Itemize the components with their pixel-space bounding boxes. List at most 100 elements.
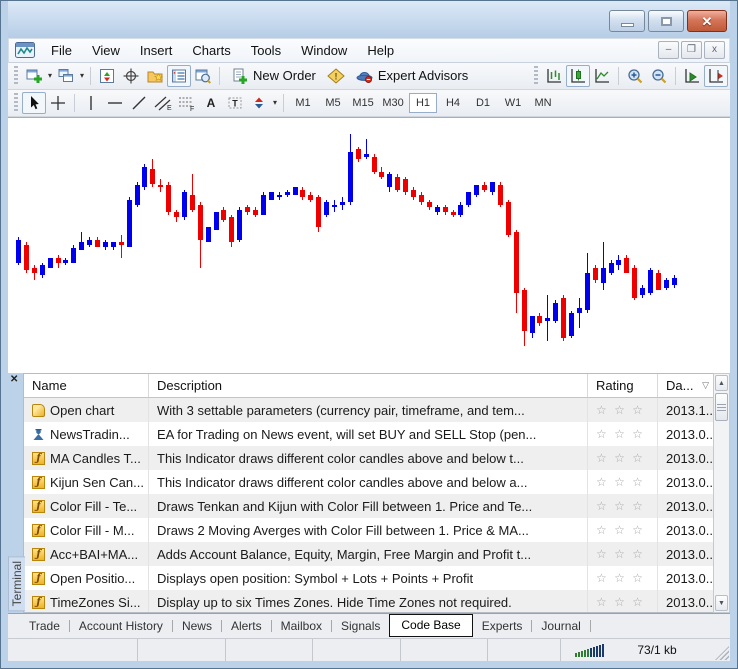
- timeframe-m30-button[interactable]: M30: [379, 93, 407, 113]
- horizontal-line-tool-button[interactable]: [103, 92, 127, 114]
- table-row[interactable]: ƒ Color Fill - M... Draws 2 Moving Averges…: [24, 518, 713, 543]
- tab-journal[interactable]: Journal: [532, 619, 589, 633]
- column-header-name[interactable]: Name: [24, 374, 149, 398]
- trendline-tool-button[interactable]: [127, 92, 151, 114]
- timeframe-m15-button[interactable]: M15: [349, 93, 377, 113]
- arrows-tool-button[interactable]: [247, 92, 271, 114]
- mdi-restore-button[interactable]: ❐: [681, 41, 702, 60]
- auto-scroll-button[interactable]: [680, 65, 704, 87]
- menu-charts[interactable]: Charts: [182, 40, 240, 61]
- window-minimize-button[interactable]: [609, 10, 645, 32]
- mdi-minimize-button[interactable]: –: [658, 41, 679, 60]
- table-row[interactable]: ƒ TimeZones Si... Display up to six Times …: [24, 590, 713, 613]
- equidistant-channel-tool-button[interactable]: E: [151, 92, 175, 114]
- market-watch-button[interactable]: [95, 65, 119, 87]
- window-maximize-button[interactable]: [648, 10, 684, 32]
- rating-stars-icon: ☆ ☆ ☆: [596, 499, 645, 514]
- column-header-description[interactable]: Description: [149, 374, 588, 398]
- toolbar-drag-handle[interactable]: [534, 65, 538, 86]
- row-date-cell: 2013.0...: [666, 498, 713, 514]
- arrows-dropdown-icon[interactable]: ▾: [273, 98, 277, 107]
- candle-body: [592, 267, 598, 281]
- new-chart-button[interactable]: [22, 65, 46, 87]
- profiles-dropdown-icon[interactable]: ▾: [80, 71, 84, 80]
- timeframe-h4-button[interactable]: H4: [439, 93, 467, 113]
- timeframe-d1-button[interactable]: D1: [469, 93, 497, 113]
- zoom-out-button[interactable]: [647, 65, 671, 87]
- text-tool-button[interactable]: A: [199, 92, 223, 114]
- row-date-cell: 2013.1...: [666, 402, 713, 418]
- line-chart-button[interactable]: [590, 65, 614, 87]
- resize-grip[interactable]: [715, 646, 729, 660]
- chart-shift-button[interactable]: [704, 64, 728, 87]
- tab-experts[interactable]: Experts: [473, 619, 532, 633]
- vertical-line-tool-button[interactable]: [79, 92, 103, 114]
- tab-account-history[interactable]: Account History: [70, 619, 172, 633]
- table-row[interactable]: Open chart With 3 settable parameters (cu…: [24, 398, 713, 423]
- toolbar-drag-handle[interactable]: [14, 92, 18, 113]
- table-row[interactable]: ƒ MA Candles T... This Indicator draws dif…: [24, 446, 713, 471]
- timeframe-m5-button[interactable]: M5: [319, 93, 347, 113]
- scroll-up-button[interactable]: ▲: [715, 375, 728, 392]
- cursor-tool-button[interactable]: [22, 91, 46, 114]
- zoom-in-button[interactable]: [623, 65, 647, 87]
- chart-canvas[interactable]: [8, 116, 730, 374]
- menu-file[interactable]: File: [41, 40, 82, 61]
- column-header-rating[interactable]: Rating: [588, 374, 658, 398]
- scrollbar-thumb[interactable]: [715, 393, 728, 422]
- scroll-down-button[interactable]: ▼: [715, 595, 728, 612]
- terminal-button[interactable]: [167, 64, 192, 87]
- menu-tools[interactable]: Tools: [241, 40, 291, 61]
- table-row[interactable]: NewsTradin... EA for Trading on News even…: [24, 422, 713, 447]
- text-label-tool-button[interactable]: T: [223, 92, 247, 114]
- svg-text:F: F: [190, 106, 194, 111]
- timeframe-w1-button[interactable]: W1: [499, 93, 527, 113]
- menu-help[interactable]: Help: [357, 40, 404, 61]
- navigator-button[interactable]: [143, 65, 167, 87]
- new-order-button[interactable]: New Order: [224, 65, 324, 87]
- row-description-cell: Adds Account Balance, Equity, Margin, Fr…: [149, 542, 588, 567]
- terminal-side-tab[interactable]: Terminal: [8, 555, 25, 612]
- row-name-cell: ƒ Acc+BAI+MA...: [24, 542, 149, 567]
- mdi-close-button[interactable]: x: [704, 41, 725, 60]
- table-row[interactable]: ƒ Color Fill - Te... Draws Tenkan and Kiju…: [24, 494, 713, 519]
- scrollbar-track[interactable]: [714, 422, 729, 594]
- rating-stars-icon: ☆ ☆ ☆: [596, 427, 645, 442]
- menu-insert[interactable]: Insert: [130, 40, 183, 61]
- profiles-button[interactable]: [54, 65, 78, 87]
- tab-mailbox[interactable]: Mailbox: [272, 619, 331, 633]
- data-window-button[interactable]: [119, 65, 143, 87]
- menu-view[interactable]: View: [82, 40, 130, 61]
- table-row[interactable]: ƒ Open Positio... Displays open position: …: [24, 566, 713, 591]
- timeframe-m1-button[interactable]: M1: [289, 93, 317, 113]
- connection-signal-icon[interactable]: [575, 643, 604, 657]
- candle-body: [600, 267, 606, 283]
- crosshair-tool-button[interactable]: [46, 92, 70, 114]
- row-name-label: Open chart: [50, 402, 115, 418]
- menu-window[interactable]: Window: [291, 40, 357, 61]
- table-row[interactable]: ƒ Acc+BAI+MA... Adds Account Balance, Equi…: [24, 542, 713, 567]
- vertical-scrollbar[interactable]: ▲ ▼: [713, 373, 730, 614]
- cursor-icon: [31, 95, 39, 109]
- fibonacci-tool-button[interactable]: F: [175, 92, 199, 114]
- expert-icon: [32, 428, 45, 441]
- timeframe-h1-button[interactable]: H1: [409, 92, 438, 113]
- bar-chart-button[interactable]: [542, 65, 566, 87]
- window-close-button[interactable]: ✕: [687, 10, 727, 32]
- panel-close-button[interactable]: ✕: [10, 375, 18, 385]
- tab-code-base[interactable]: Code Base: [389, 613, 473, 637]
- expert-advisors-button[interactable]: Expert Advisors: [348, 65, 476, 87]
- tab-news[interactable]: News: [173, 619, 221, 633]
- strategy-tester-button[interactable]: [191, 65, 215, 87]
- tab-alerts[interactable]: Alerts: [222, 619, 271, 633]
- column-header-date[interactable]: Da... ▽: [658, 374, 713, 397]
- timeframe-mn-button[interactable]: MN: [529, 93, 557, 113]
- tab-trade[interactable]: Trade: [20, 619, 69, 633]
- tab-signals[interactable]: Signals: [332, 619, 389, 633]
- candlestick-chart-button[interactable]: [566, 64, 590, 87]
- table-row[interactable]: ƒ Kijun Sen Can... This Indicator draws di…: [24, 470, 713, 495]
- row-description-cell: This Indicator draws different color can…: [149, 470, 588, 495]
- new-chart-dropdown-icon[interactable]: ▾: [48, 71, 52, 80]
- toolbar-drag-handle[interactable]: [14, 65, 18, 86]
- metaeditor-button[interactable]: !: [324, 65, 348, 87]
